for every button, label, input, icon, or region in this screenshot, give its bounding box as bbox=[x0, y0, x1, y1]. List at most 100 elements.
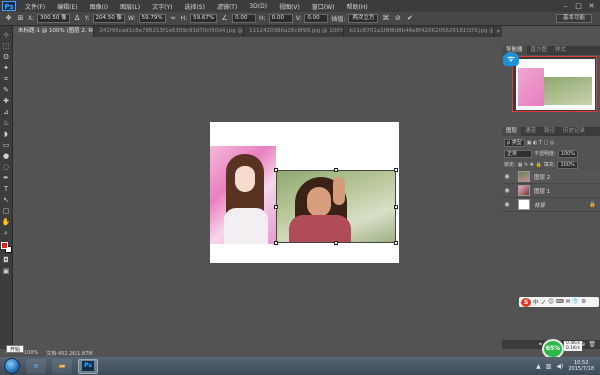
network-monitor-ball[interactable]: 65% bbox=[542, 339, 564, 359]
ime-mail-icon[interactable]: ✉ bbox=[566, 299, 571, 305]
layer-name[interactable]: 背景 bbox=[534, 201, 545, 209]
history-brush-tool-icon[interactable]: ◗ bbox=[1, 129, 12, 139]
layer-name[interactable]: 图层 1 bbox=[534, 187, 550, 195]
hskew-field[interactable]: 0.00 bbox=[268, 14, 293, 23]
layer-row[interactable]: ◉ 图层 1 bbox=[502, 184, 600, 198]
menu-type[interactable]: 文字(Y) bbox=[146, 2, 178, 11]
tray-arrow-icon[interactable]: ▲ bbox=[536, 363, 541, 370]
clone-stamp-tool-icon[interactable]: ♨ bbox=[1, 118, 12, 128]
start-button[interactable] bbox=[4, 358, 20, 374]
sogou-logo-icon[interactable]: S bbox=[521, 297, 531, 307]
menu-window[interactable]: 窗口(W) bbox=[306, 2, 341, 11]
eye-icon[interactable]: ◉ bbox=[502, 201, 512, 208]
tab-document-4[interactable]: b21c8701a1f8f8d8b46e8f4206205626181f2f3.… bbox=[344, 26, 495, 37]
eyedropper-tool-icon[interactable]: ✎ bbox=[1, 85, 12, 95]
layer-filter-select[interactable]: ρ 类型 bbox=[504, 138, 525, 147]
vskew-field[interactable]: 0.00 bbox=[304, 14, 329, 23]
opacity-field[interactable]: 100% bbox=[557, 149, 578, 158]
tab-document-1[interactable]: 未标题-1 @ 100% (图层 2, RGB/8)* bbox=[13, 26, 95, 37]
ime-mode-button[interactable]: 中 bbox=[533, 298, 539, 306]
transform-handle-top[interactable] bbox=[334, 168, 338, 172]
x-field[interactable]: 300.50 像 bbox=[37, 14, 70, 23]
minimize-button[interactable]: – bbox=[561, 2, 570, 10]
magic-wand-tool-icon[interactable]: ✦ bbox=[1, 63, 12, 73]
tab-document-3[interactable]: 1112420980a26c8f99.jpg @ 100%(RGB/8) bbox=[244, 26, 345, 37]
volume-icon[interactable]: ◀) bbox=[556, 363, 563, 370]
warp-icon[interactable]: ⌘ bbox=[381, 14, 390, 23]
trash-icon[interactable]: 🗑 bbox=[588, 340, 596, 349]
hand-tool-icon[interactable]: ✋ bbox=[1, 217, 12, 227]
transform-handle-top-left[interactable] bbox=[274, 168, 278, 172]
eye-icon[interactable]: ◉ bbox=[502, 187, 512, 194]
fill-field[interactable]: 100% bbox=[557, 160, 578, 169]
marquee-tool-icon[interactable]: ⬚ bbox=[1, 41, 12, 51]
filter-icons[interactable]: ▣ ◐ T ▢ ◎ bbox=[527, 140, 555, 146]
y-field[interactable]: 204.50 像 bbox=[92, 14, 126, 23]
delta-icon[interactable]: Δ bbox=[73, 14, 82, 23]
type-tool-icon[interactable]: T bbox=[1, 184, 12, 194]
tab-document-2[interactable]: 241f95cad1c8a786213f1e6309c93d70cf50d4.j… bbox=[94, 26, 245, 37]
path-selection-tool-icon[interactable]: ↖ bbox=[1, 195, 12, 205]
tab-history[interactable]: 历史记录 bbox=[559, 127, 589, 136]
zoom-tool-icon[interactable]: ⌕ bbox=[1, 228, 12, 238]
menu-layer[interactable]: 图层(L) bbox=[114, 2, 146, 11]
workspace-select[interactable]: 基本功能 bbox=[555, 14, 592, 23]
eraser-tool-icon[interactable]: ▭ bbox=[1, 140, 12, 150]
system-clock[interactable]: 10:52 2015/7/18 bbox=[568, 360, 594, 372]
ime-punct-icon[interactable]: ノ bbox=[541, 298, 547, 306]
document-info[interactable]: 文档:452.2K/1.87M bbox=[46, 350, 92, 357]
dodge-tool-icon[interactable]: ◌ bbox=[1, 162, 12, 172]
tab-paths[interactable]: 路径 bbox=[540, 127, 559, 136]
screen-mode-icon[interactable]: ▣ bbox=[1, 266, 12, 276]
photo-girl-smiling[interactable] bbox=[276, 170, 396, 243]
file-explorer-icon[interactable]: ▬ bbox=[52, 358, 72, 374]
eye-icon[interactable]: ◉ bbox=[502, 173, 512, 180]
commit-transform-icon[interactable]: ✔ bbox=[405, 14, 414, 23]
blend-mode-select[interactable]: 正常 bbox=[504, 149, 532, 158]
menu-file[interactable]: 文件(F) bbox=[19, 2, 51, 11]
height-field[interactable]: 59.67% bbox=[190, 14, 218, 23]
ime-settings-icon[interactable]: ⚙ bbox=[581, 299, 586, 305]
rectangle-tool-icon[interactable]: ▢ bbox=[1, 206, 12, 216]
angle-field[interactable]: 0.00 bbox=[232, 14, 257, 23]
link-icon[interactable]: ∞ bbox=[169, 14, 178, 23]
network-icon[interactable]: ▥ bbox=[546, 363, 552, 370]
internet-explorer-icon[interactable]: e bbox=[26, 358, 46, 374]
lock-icons[interactable]: ▦ ✎ ✥ 🔒 bbox=[518, 162, 542, 168]
layer-name[interactable]: 图层 2 bbox=[534, 173, 550, 181]
transform-handle-bottom-left[interactable] bbox=[274, 241, 278, 245]
cancel-transform-icon[interactable]: ⊘ bbox=[393, 14, 402, 23]
quick-mask-icon[interactable]: ◘ bbox=[1, 255, 12, 265]
ime-keyboard-icon[interactable]: ⌨ bbox=[556, 299, 564, 305]
menu-edit[interactable]: 编辑(E) bbox=[51, 2, 83, 11]
photoshop-taskbar-button[interactable]: Ps bbox=[78, 358, 98, 374]
width-field[interactable]: 59.79% bbox=[138, 14, 166, 23]
menu-3d[interactable]: 3D(D) bbox=[243, 3, 273, 10]
brush-tool-icon[interactable]: ⊿ bbox=[1, 107, 12, 117]
lasso-tool-icon[interactable]: ʘ bbox=[1, 52, 12, 62]
interpolation-select[interactable]: 两次立方 bbox=[348, 14, 379, 23]
close-window-button[interactable]: ✕ bbox=[587, 2, 596, 10]
reference-point-icon[interactable]: ⊞ bbox=[16, 14, 25, 23]
layer-row[interactable]: ◉ 背景 🔒 bbox=[502, 198, 600, 212]
tab-channels[interactable]: 通道 bbox=[521, 127, 540, 136]
more-tabs-icon[interactable]: » bbox=[494, 26, 502, 37]
foreground-color-swatch[interactable] bbox=[0, 242, 8, 249]
zoom-level[interactable]: 100% bbox=[24, 350, 38, 356]
document-canvas[interactable] bbox=[210, 122, 399, 263]
ime-emoji-icon[interactable]: ☺ bbox=[548, 299, 554, 305]
color-swatches[interactable] bbox=[0, 242, 12, 254]
tab-styles[interactable]: 样式 bbox=[551, 46, 570, 55]
menu-select[interactable]: 选择(S) bbox=[178, 2, 211, 11]
pen-tool-icon[interactable]: ✒ bbox=[1, 173, 12, 183]
tab-histogram[interactable]: 直方图 bbox=[527, 46, 552, 55]
transform-handle-bottom[interactable] bbox=[334, 241, 338, 245]
ime-skin-icon[interactable]: 👕 bbox=[572, 299, 579, 305]
move-tool-icon[interactable]: ⊹ bbox=[1, 30, 12, 40]
transform-handle-top-right[interactable] bbox=[394, 168, 398, 172]
tab-layers[interactable]: 图层 bbox=[502, 127, 522, 136]
gradient-tool-icon[interactable]: ● bbox=[1, 151, 12, 161]
wifi-icon[interactable]: ᯤ bbox=[503, 52, 519, 66]
menu-filter[interactable]: 滤镜(T) bbox=[211, 2, 243, 11]
layer-row[interactable]: ◉ 图层 2 bbox=[502, 170, 600, 184]
